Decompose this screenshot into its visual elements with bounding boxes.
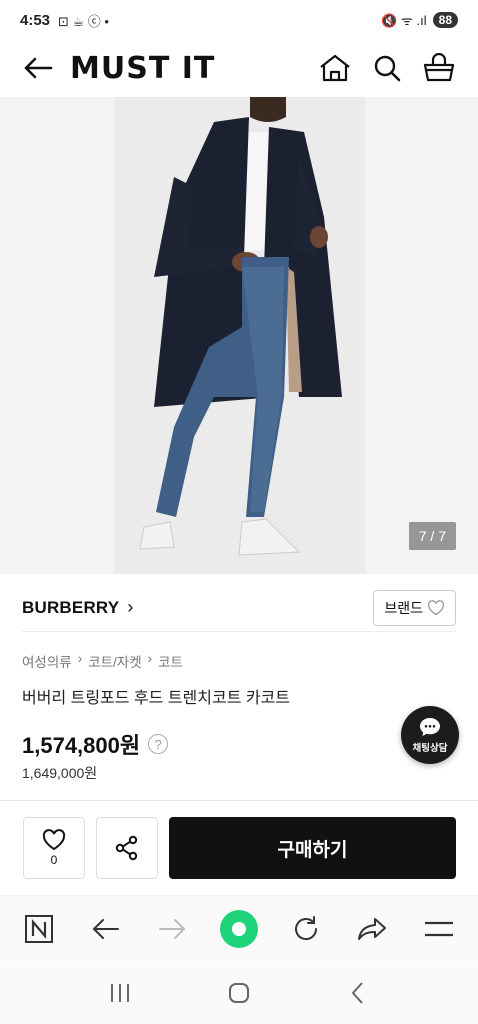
green-dot-button[interactable] [215,905,263,953]
price-row: 1,574,800원 ? [22,728,169,760]
browser-forward-button[interactable] [148,905,196,953]
refresh-icon [294,915,317,940]
home-square-icon [228,983,249,1003]
status-left: 4:53 ⊡ ☕ ⓒ • [20,11,109,30]
share-button[interactable] [96,817,158,879]
breadcrumb-separator: › [147,651,153,666]
brand-link[interactable]: BURBERRY [22,598,119,618]
battery-badge: 88 [432,12,458,28]
home-system-button[interactable] [215,969,263,1017]
app-header: MUST IT [0,40,478,96]
status-right: 🔇 ᯤ .ıl 88 [381,11,458,29]
buy-button[interactable]: 구매하기 [169,817,456,879]
product-title: 버버리 트링포드 후드 트렌치코트 카코트 [22,690,291,707]
image-counter: 7 / 7 [408,522,456,550]
notification-icons: ⊡ ☕ ⓒ • [58,13,109,29]
naver-n-icon [25,914,54,943]
system-navigation [0,962,478,1024]
breadcrumb-item[interactable]: 코트 [158,651,183,671]
share-icon [115,835,138,861]
hamburger-menu-icon [424,921,453,936]
chevron-left-icon [351,982,364,1004]
home-icon [320,54,350,82]
recent-apps-icon [110,984,129,1002]
browser-toolbar [0,895,478,961]
arrow-left-icon [92,918,119,939]
sale-price: 1,574,800원 [22,733,141,758]
original-price: 1,649,000원 [22,765,98,781]
brand-button-label: 브랜드 [384,599,423,616]
help-icon[interactable]: ? [148,734,169,754]
home-button[interactable] [316,49,354,87]
product-photo [114,97,365,574]
arrow-right-icon [159,918,186,939]
status-time: 4:53 [20,11,51,29]
status-bar: 4:53 ⊡ ☕ ⓒ • 🔇 ᯤ .ıl 88 [0,0,478,40]
breadcrumb-item[interactable]: 코트/자켓 [88,651,141,671]
green-dot-icon [219,909,258,948]
chevron-right-icon: › [127,597,134,617]
arrow-left-icon [24,57,53,79]
header-icons [316,49,458,87]
shopping-basket-icon [423,53,455,82]
breadcrumb-separator: › [77,651,83,666]
like-count: 0 [50,853,58,867]
refresh-button[interactable] [282,905,330,953]
recent-apps-button[interactable] [96,969,144,1017]
purchase-action-bar: 0 구매하기 [0,800,478,894]
wishlist-button[interactable]: 0 [23,817,85,879]
menu-button[interactable] [415,905,463,953]
system-back-button[interactable] [334,969,382,1017]
chat-label: 채팅상담 [412,743,448,754]
chat-bubble-icon [420,718,440,736]
breadcrumb: 여성의류 › 코트/자켓 › 코트 [22,651,183,671]
back-button[interactable] [20,50,56,86]
app-logo[interactable]: MUST IT [70,51,215,86]
search-button[interactable] [368,49,406,87]
cart-button[interactable] [420,49,458,87]
breadcrumb-item[interactable]: 여성의류 [22,651,72,671]
product-gallery[interactable]: 7 / 7 [0,97,478,574]
chat-consult-button[interactable]: 채팅상담 [401,706,459,764]
naver-button[interactable] [15,905,63,953]
heart-outline-icon [428,599,444,615]
search-icon [374,55,401,82]
heart-outline-icon [42,829,66,851]
brand-row: BURBERRY › 브랜드 [22,584,456,632]
signal-icons: 🔇 ᯤ .ıl [381,13,427,28]
browser-back-button[interactable] [82,905,130,953]
browser-share-button[interactable] [348,905,396,953]
brand-like-button[interactable]: 브랜드 [373,589,456,626]
share-arrow-icon [358,917,387,940]
